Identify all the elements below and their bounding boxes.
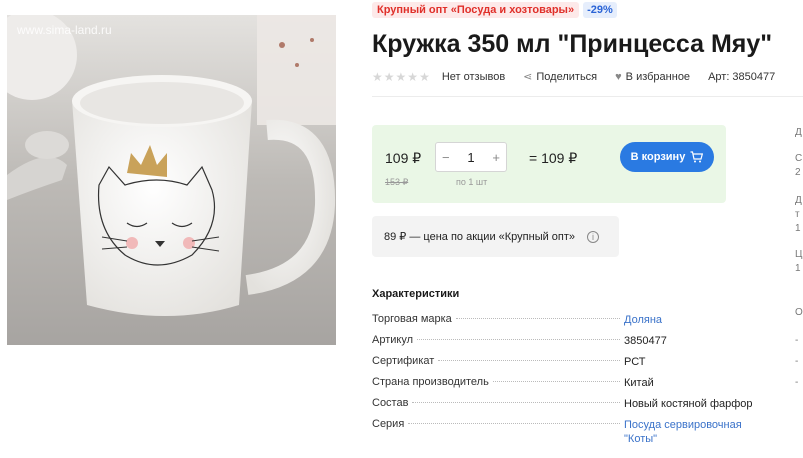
characteristics-table: Торговая марка Доляна Артикул 3850477 Сертиф… [372, 313, 767, 445]
characteristic-row: Сертификат РСТ [372, 355, 767, 376]
leader-dots [408, 423, 620, 424]
quantity-value[interactable]: 1 [467, 150, 474, 165]
old-price: 153 ₽ [385, 177, 409, 187]
product-meta: ★ ★ ★ ★ ★ Нет отзывов ⋖ Поделиться ♥ В и… [372, 70, 793, 84]
characteristic-row: Торговая марка Доляна [372, 313, 767, 334]
characteristic-key-label: Состав [372, 397, 409, 409]
characteristic-value: Китай [624, 377, 654, 389]
star-icon: ★ [372, 69, 383, 84]
characteristic-key: Торговая марка [372, 313, 624, 325]
right-column-fragment: - [795, 335, 799, 346]
characteristic-key: Страна производитель [372, 376, 624, 388]
characteristic-key: Серия [372, 418, 624, 430]
characteristic-value[interactable]: Доляна [624, 313, 767, 327]
info-icon[interactable]: i [587, 230, 600, 243]
per-unit-label: по 1 шт [456, 177, 488, 187]
right-column-fragment: С [795, 153, 803, 164]
characteristic-key-label: Серия [372, 418, 405, 430]
characteristic-row: Состав Новый костяной фарфор [372, 397, 767, 418]
leader-dots [438, 360, 620, 361]
reviews-link[interactable]: Нет отзывов [442, 71, 505, 83]
share-button[interactable]: ⋖ Поделиться [523, 70, 598, 84]
star-icon: ★ [407, 69, 419, 84]
characteristic-key-label: Сертификат [372, 355, 435, 367]
leader-dots [455, 318, 620, 319]
total-price: = 109 ₽ [529, 150, 578, 166]
product-title: Кружка 350 мл "Принцесса Мяу" [372, 30, 773, 58]
decrement-button[interactable]: − [442, 150, 450, 165]
right-column-fragment: Ц [795, 249, 803, 260]
star-icon: ★ [395, 69, 407, 84]
watermark-text: www.sima-land.ru [17, 23, 112, 37]
wholesale-price-note: 89 ₽ — цена по акции «Крупный опт» i [372, 216, 619, 257]
discount-badge: -29% [583, 2, 617, 18]
characteristic-key-label: Страна производитель [372, 376, 489, 388]
characteristic-key: Артикул [372, 334, 624, 346]
current-price: 109 ₽ [385, 150, 422, 166]
characteristic-value: 3850477 [624, 335, 667, 347]
mug-illustration [7, 15, 336, 345]
characteristic-key: Состав [372, 397, 624, 409]
quantity-stepper[interactable]: − 1 + [435, 142, 507, 172]
share-label: Поделиться [536, 70, 598, 83]
leader-dots [412, 402, 620, 403]
characteristic-key: Сертификат [372, 355, 624, 367]
favorite-button[interactable]: ♥ В избранное [615, 71, 690, 83]
share-icon: ⋖ [523, 71, 533, 83]
right-column-fragment: 2 [795, 167, 801, 178]
cart-icon [690, 151, 704, 163]
right-column-fragment: - [795, 377, 799, 388]
price-box: 109 ₽ 153 ₽ − 1 + по 1 шт = 109 ₽ В корз… [372, 125, 726, 203]
wholesale-text: 89 ₽ — цена по акции «Крупный опт» [384, 231, 576, 243]
promo-labels: Крупный опт «Посуда и хозтовары» -29% [372, 2, 617, 18]
leader-dots [417, 339, 620, 340]
characteristic-value: Новый костяной фарфор [624, 398, 753, 410]
add-to-cart-button[interactable]: В корзину [620, 142, 714, 172]
right-column-fragment: Д [795, 127, 802, 138]
right-column-fragment: Д [795, 195, 802, 206]
heart-icon: ♥ [615, 70, 622, 83]
characteristic-value[interactable]: Посуда сервировочная "Коты" [624, 418, 767, 446]
right-column-fragment: 1 [795, 263, 801, 274]
promo-tag[interactable]: Крупный опт «Посуда и хозтовары» [372, 2, 580, 18]
article-number: Арт: 3850477 [708, 70, 776, 83]
characteristics-title: Характеристики [372, 288, 460, 300]
increment-button[interactable]: + [492, 150, 500, 165]
right-column-fragment: 1 [795, 223, 801, 234]
product-photo[interactable]: www.sima-land.ru [7, 15, 336, 345]
rating-stars[interactable]: ★ ★ ★ ★ ★ [372, 71, 430, 83]
divider [372, 96, 803, 97]
characteristic-key-label: Торговая марка [372, 313, 452, 325]
leader-dots [492, 381, 620, 382]
right-column-fragment: - [795, 356, 799, 367]
characteristic-row: Страна производитель Китай [372, 376, 767, 397]
characteristic-row: Артикул 3850477 [372, 334, 767, 355]
star-icon: ★ [383, 69, 395, 84]
characteristic-value: РСТ [624, 356, 646, 368]
add-to-cart-label: В корзину [630, 151, 686, 163]
right-column: Д С 2 Дт 1 Ц 1 О - - - [795, 125, 803, 425]
right-column-fragment: О [795, 307, 803, 318]
star-icon: ★ [419, 69, 430, 84]
characteristic-key-label: Артикул [372, 334, 414, 346]
right-column-fragment: т [795, 209, 800, 220]
characteristic-row: Серия Посуда сервировочная "Коты" [372, 418, 767, 445]
favorite-label: В избранное [625, 70, 691, 83]
